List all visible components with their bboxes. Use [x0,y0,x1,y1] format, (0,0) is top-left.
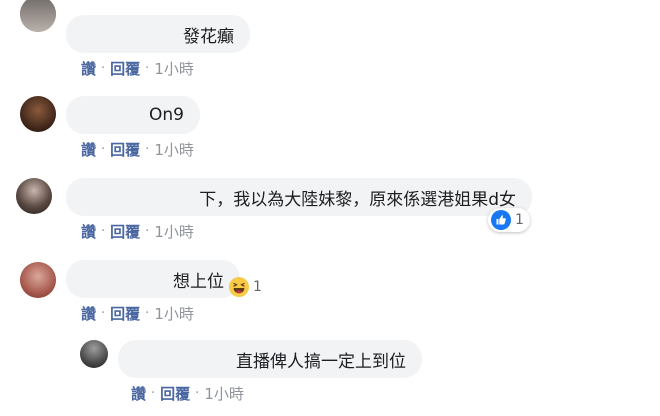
like-link[interactable]: 讚 [131,383,146,404]
comment-bubble: 直播俾人搞一定上到位 [118,340,422,378]
like-link[interactable]: 讚 [81,303,96,324]
like-icon [491,210,511,230]
comment-actions: 讚 · 回覆 · 1小時 [81,303,194,324]
comment-text: 下，我以為大陸妹黎，原來係選港姐果d女 [199,189,516,210]
separator: · [101,306,106,321]
like-link[interactable]: 讚 [81,139,96,160]
reply-link[interactable]: 回覆 [160,383,190,404]
comment-bubble: On9 [66,96,200,134]
comment-bubble: 下，我以為大陸妹黎，原來係選港姐果d女 [66,178,532,216]
comment-bubble: 想上位 [66,260,240,298]
separator: · [101,224,106,239]
reaction-badge[interactable]: 1 [226,275,268,299]
timestamp-link[interactable]: 1小時 [204,383,244,404]
comment-bubble: 發花癲 [66,15,250,53]
timestamp-link[interactable]: 1小時 [154,221,194,242]
separator: · [145,61,150,76]
reaction-badge[interactable]: 1 [488,208,530,232]
reply-link[interactable]: 回覆 [110,139,140,160]
reply-link[interactable]: 回覆 [110,303,140,324]
comment-actions: 讚 · 回覆 · 1小時 [81,58,194,79]
comment-actions: 讚 · 回覆 · 1小時 [81,139,194,160]
avatar[interactable] [80,340,108,368]
separator: · [145,142,150,157]
comment-actions: 讚 · 回覆 · 1小時 [131,383,244,404]
avatar[interactable] [20,0,56,32]
haha-icon [229,277,249,297]
comment-actions: 讚 · 回覆 · 1小時 [81,221,194,242]
reply-link[interactable]: 回覆 [110,58,140,79]
like-link[interactable]: 讚 [81,58,96,79]
separator: · [145,306,150,321]
comment-text: 想上位 [173,271,224,292]
separator: · [151,386,156,401]
like-link[interactable]: 讚 [81,221,96,242]
reaction-count: 1 [515,212,524,228]
timestamp-link[interactable]: 1小時 [154,303,194,324]
separator: · [195,386,200,401]
timestamp-link[interactable]: 1小時 [154,58,194,79]
avatar[interactable] [16,178,52,214]
separator: · [101,142,106,157]
reaction-count: 1 [253,279,262,295]
separator: · [145,224,150,239]
avatar[interactable] [20,262,56,298]
separator: · [101,61,106,76]
comment-text: 發花癲 [183,26,234,47]
comment-text: On9 [149,105,184,125]
timestamp-link[interactable]: 1小時 [154,139,194,160]
reply-link[interactable]: 回覆 [110,221,140,242]
comment-text: 直播俾人搞一定上到位 [236,351,406,372]
avatar[interactable] [20,96,56,132]
